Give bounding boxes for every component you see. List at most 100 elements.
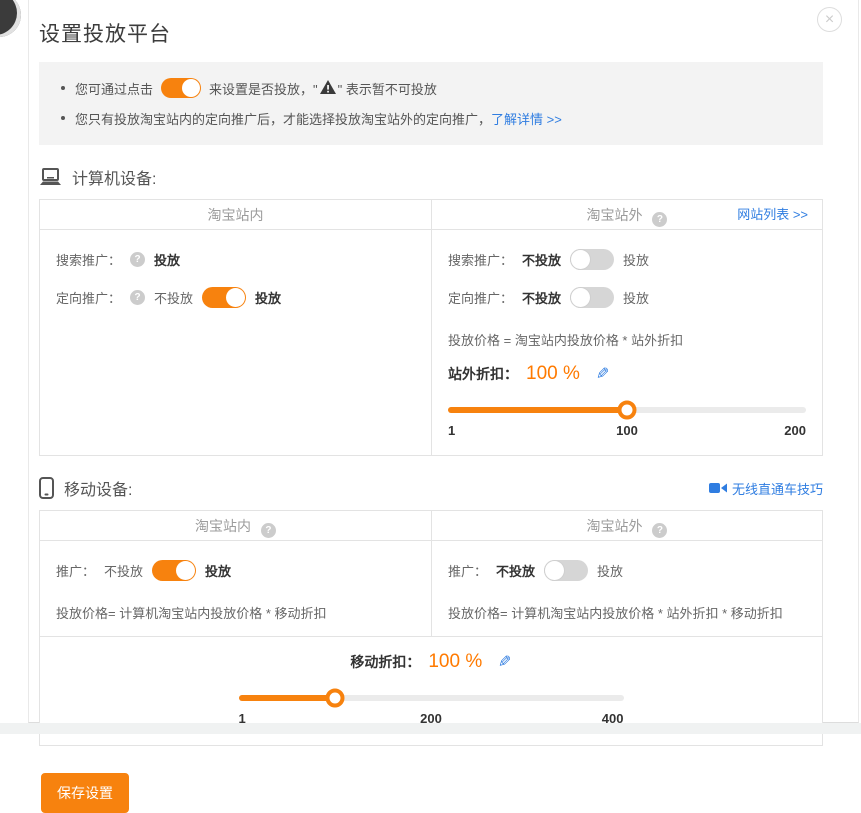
notice-text: 您只有投放淘宝站内的定向推广后，才能选择投放淘宝站外的定向推广， [75,109,491,128]
mobile-section-title: 移动设备: [64,476,132,500]
wireless-tips-label: 无线直通车技巧 [732,479,823,498]
state-off-label: 不投放 [154,288,193,307]
computer-section-header: 计算机设备: [39,165,823,189]
header-label: 淘宝站内 [195,518,251,534]
header-label: 淘宝站外 [587,518,643,534]
slider-fill [448,407,627,413]
help-icon[interactable]: ? [652,523,667,538]
state-off-label: 不投放 [496,561,535,580]
mobile-discount-line: 移动折扣： 100 % ✎ [239,651,624,673]
state-off-label: 不投放 [522,250,561,269]
save-settings-button[interactable]: 保存设置 [41,773,129,813]
header-label: 淘宝站外 [587,207,643,223]
computer-onsite-cell: 搜索推广： ? 投放 定向推广： ? 不投放 投放 [40,230,431,455]
state-on-label: 投放 [154,250,180,269]
bullet-dot [61,116,65,120]
computer-offsite-target-row: 定向推广： 不投放 投放 [448,278,806,316]
mobile-offsite-promo-toggle[interactable] [544,560,588,581]
background-page-ball [0,0,21,37]
computer-icon [39,168,62,187]
help-icon[interactable]: ? [130,290,145,305]
mobile-icon [39,477,54,499]
slider-handle[interactable] [618,401,637,420]
notice-line-1: 您可通过点击 来设置是否投放，" " 表示暂不可投放 [57,73,805,103]
toggle-knob [226,288,245,307]
edit-icon[interactable]: ✎ [596,364,609,384]
mobile-onsite-cell: 推广： 不投放 投放 投放价格= 计算机淘宝站内投放价格 * 移动折扣 [40,541,431,636]
mobile-onsite-promo-toggle[interactable] [152,560,196,581]
computer-offsite-search-row: 搜索推广： 不投放 投放 [448,240,806,278]
mobile-offsite-promo-row: 推广： 不投放 投放 [448,551,806,589]
computer-offsite-cell: 搜索推广： 不投放 投放 定向推广： 不投放 投放 投放价格 = 淘宝站内投放价… [431,230,822,455]
mobile-onsite-header: 淘宝站内 ? [40,511,431,541]
computer-onsite-search-row: 搜索推广： ? 投放 [56,240,415,278]
scale-mid: 100 [616,423,638,438]
offsite-discount-line: 站外折扣： 100 % ✎ [448,363,806,385]
slider-handle[interactable] [325,689,344,708]
toggle-knob [571,288,590,307]
computer-platform-table: 淘宝站内 淘宝站外 ? 网站列表 >> 搜索推广： ? 投放 定向推广： ? 不… [39,199,823,456]
row-label: 推广： [448,561,487,580]
notice-line-2: 您只有投放淘宝站内的定向推广后，才能选择投放淘宝站外的定向推广， 了解详情 >> [57,103,805,133]
page-title: 设置投放平台 [39,18,832,48]
computer-offsite-header: 淘宝站外 ? 网站列表 >> [431,200,822,230]
computer-section-title: 计算机设备: [72,165,156,189]
example-toggle [161,78,201,98]
mobile-offsite-header: 淘宝站外 ? [431,511,822,541]
help-icon[interactable]: ? [130,252,145,267]
website-list-link[interactable]: 网站列表 >> [737,200,808,230]
mobile-discount-slider[interactable] [239,689,624,707]
state-on-label: 投放 [205,561,231,580]
mobile-offsite-cell: 推广： 不投放 投放 投放价格= 计算机淘宝站内投放价格 * 站外折扣 * 移动… [431,541,822,636]
mobile-section-header: 移动设备: 无线直通车技巧 [39,476,823,500]
learn-more-link[interactable]: 了解详情 >> [491,109,562,128]
help-icon[interactable]: ? [652,212,667,227]
notice-text: 您可通过点击 [75,79,153,98]
mobile-platform-table: 淘宝站内 ? 淘宝站外 ? 推广： 不投放 投放 投放价格= 计算机淘宝站内投放… [39,510,823,746]
computer-onsite-header: 淘宝站内 [40,200,431,230]
row-label: 推广： [56,561,95,580]
offsite-discount-label: 站外折扣： [448,364,518,384]
help-icon[interactable]: ? [261,523,276,538]
state-off-label: 不投放 [522,288,561,307]
row-label: 定向推广： [448,288,513,307]
set-platform-dialog: × 设置投放平台 您可通过点击 来设置是否投放，" " 表示暂不可投放 您只有投… [28,0,859,723]
wireless-tips-link[interactable]: 无线直通车技巧 [709,479,823,498]
toggle-knob [545,561,564,580]
row-label: 搜索推广： [448,250,513,269]
computer-offsite-target-toggle[interactable] [570,287,614,308]
computer-onsite-target-toggle[interactable] [202,287,246,308]
page-background-strip [0,723,861,734]
bullet-dot [61,86,65,90]
mobile-discount-label: 移动折扣： [350,652,420,672]
toggle-knob [571,250,590,269]
offsite-discount-value: 100 % [526,363,580,385]
slider-fill [239,695,335,701]
state-on-label: 投放 [597,561,623,580]
computer-offsite-search-toggle[interactable] [570,249,614,270]
mobile-onsite-promo-row: 推广： 不投放 投放 [56,551,415,589]
close-icon[interactable]: × [817,7,842,32]
scale-min: 1 [448,423,455,438]
computer-onsite-target-row: 定向推广： ? 不投放 投放 [56,278,415,316]
state-off-label: 不投放 [104,561,143,580]
mobile-discount-value: 100 % [428,651,482,673]
toggle-knob [176,561,195,580]
offsite-price-formula: 投放价格 = 淘宝站内投放价格 * 站外折扣 [448,330,806,349]
state-on-label: 投放 [623,288,649,307]
notice-text: 来设置是否投放，" [209,79,318,98]
row-label: 搜索推广： [56,250,121,269]
notice-text: " 表示暂不可投放 [338,79,437,98]
mobile-offsite-formula: 投放价格= 计算机淘宝站内投放价格 * 站外折扣 * 移动折扣 [448,603,806,622]
mobile-onsite-formula: 投放价格= 计算机淘宝站内投放价格 * 移动折扣 [56,603,415,622]
state-on-label: 投放 [623,250,649,269]
toggle-knob [182,79,200,97]
edit-icon[interactable]: ✎ [498,652,511,672]
offsite-discount-slider[interactable] [448,401,806,419]
offsite-slider-scale: 1 100 200 [448,423,806,441]
state-on-label: 投放 [255,288,281,307]
row-label: 定向推广： [56,288,121,307]
notice-box: 您可通过点击 来设置是否投放，" " 表示暂不可投放 您只有投放淘宝站内的定向推… [39,62,823,145]
video-icon [709,482,727,494]
warning-icon [320,80,336,97]
